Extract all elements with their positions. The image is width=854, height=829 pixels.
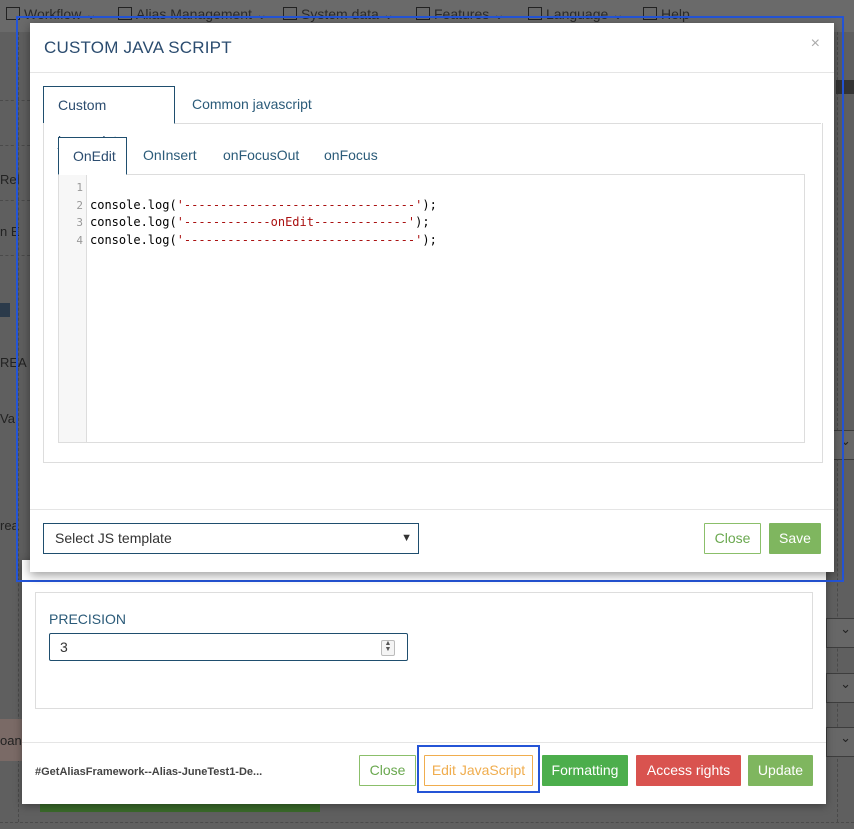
tab-onfocusout[interactable]: onFocusOut — [209, 137, 313, 174]
tab-onfocus[interactable]: onFocus — [310, 137, 392, 174]
bg-text-fragment: Va — [0, 411, 15, 426]
line-number: 4 — [76, 234, 83, 247]
js-close-button[interactable]: Close — [704, 523, 761, 554]
spinner-icon[interactable]: ▲ ▼ — [381, 640, 395, 656]
precision-label: PRECISION — [49, 611, 127, 627]
close-icon[interactable]: × — [811, 35, 820, 53]
footer-divider — [22, 742, 826, 743]
close-button[interactable]: Close — [359, 755, 416, 786]
bg-select[interactable] — [826, 727, 854, 757]
bg-select[interactable] — [826, 673, 854, 703]
event-tabs: OnEdit OnInsert onFocusOut onFocus — [58, 137, 805, 175]
custom-js-panel: OnEdit OnInsert onFocusOut onFocus 1 2 3… — [43, 123, 823, 463]
line-number: 1 — [76, 181, 83, 194]
tab-custom-javascript[interactable]: Custom javascript — [43, 86, 175, 149]
chevron-down-icon: ▼ — [401, 532, 412, 544]
tab-oninsert[interactable]: OnInsert — [129, 137, 211, 174]
js-template-select[interactable]: Select JS template ▼ — [43, 523, 419, 554]
line-number: 2 — [76, 199, 83, 212]
update-button[interactable]: Update — [748, 755, 813, 786]
line-number: 3 — [76, 216, 83, 229]
code-editor[interactable]: 1 2 3 4 console.log('-------------------… — [58, 175, 805, 443]
custom-js-modal: CUSTOM JAVA SCRIPT × Custom javascript C… — [30, 23, 834, 572]
bg-icon — [0, 303, 10, 317]
bg-divider — [0, 822, 854, 823]
tab-common-javascript[interactable]: Common javascript — [178, 86, 326, 123]
header-divider — [30, 72, 834, 73]
bg-select[interactable] — [826, 618, 854, 648]
js-template-select-value: Select JS template — [55, 530, 172, 546]
script-tabs: Custom javascript Common javascript — [43, 86, 821, 149]
code-line[interactable]: console.log('---------------------------… — [90, 233, 437, 247]
formatting-button[interactable]: Formatting — [542, 755, 628, 786]
code-line[interactable]: console.log('---------------------------… — [90, 198, 437, 212]
access-rights-button[interactable]: Access rights — [636, 755, 741, 786]
modal-title: CUSTOM JAVA SCRIPT — [44, 38, 232, 57]
footer-divider — [30, 509, 834, 510]
tab-onedit[interactable]: OnEdit — [58, 137, 127, 175]
js-save-button[interactable]: Save — [769, 523, 821, 554]
line-gutter: 1 2 3 4 — [59, 175, 87, 442]
alias-hash-label: #GetAliasFramework--Alias-JuneTest1-De..… — [35, 766, 263, 778]
focus-highlight — [417, 745, 540, 793]
code-line[interactable]: console.log('------------onEdit---------… — [90, 215, 430, 229]
precision-value: 3 — [60, 639, 68, 655]
precision-input[interactable]: 3 ▲ ▼ — [49, 633, 408, 661]
